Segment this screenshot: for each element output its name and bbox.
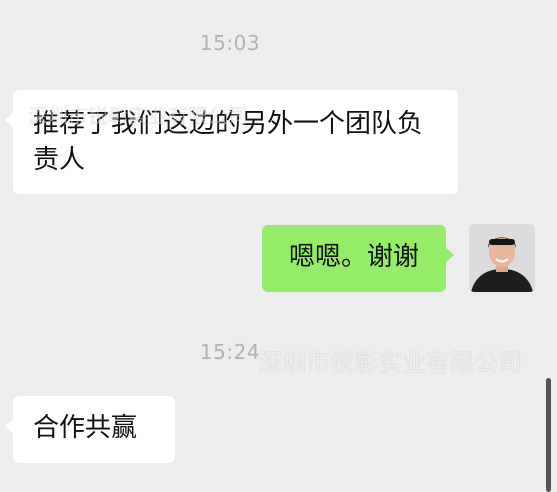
scrollbar[interactable] — [546, 378, 551, 492]
outgoing-message-bubble[interactable]: 嗯嗯。谢谢 — [262, 225, 454, 292]
message-text: 推荐了我们这边的另外一个团队负责人 — [33, 109, 424, 175]
incoming-message-bubble[interactable]: 合作共赢 — [5, 396, 175, 463]
chat-timestamp: 15:03 — [199, 31, 261, 55]
chat-timestamp: 15:24 — [199, 340, 261, 364]
person-avatar-icon — [469, 224, 535, 292]
user-avatar[interactable] — [469, 224, 535, 292]
message-text: 嗯嗯。谢谢 — [288, 242, 419, 272]
message-text: 合作共赢 — [33, 413, 138, 443]
incoming-message-bubble[interactable]: 推荐了我们这边的另外一个团队负责人 — [5, 90, 458, 194]
